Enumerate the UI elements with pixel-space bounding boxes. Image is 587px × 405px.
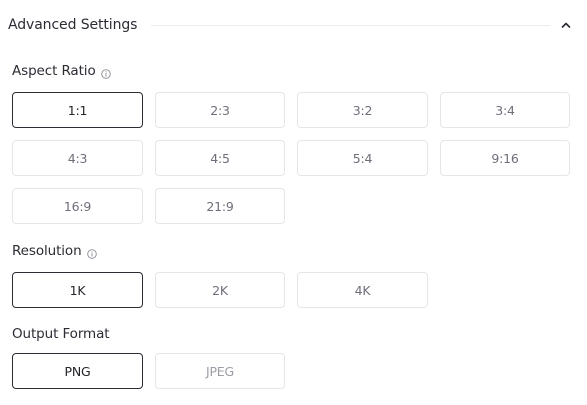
- aspect-ratio-option-5-4[interactable]: 5:4: [297, 140, 428, 176]
- aspect-ratio-option-4-5[interactable]: 4:5: [155, 140, 285, 176]
- aspect-ratio-label: Aspect Ratio: [12, 63, 111, 79]
- aspect-ratio-option-3-4[interactable]: 3:4: [440, 92, 570, 128]
- advanced-settings-title: Advanced Settings: [8, 17, 138, 33]
- aspect-ratio-option-16-9[interactable]: 16:9: [12, 188, 143, 224]
- aspect-ratio-option-21-9[interactable]: 21:9: [155, 188, 285, 224]
- output-format-option-jpeg[interactable]: JPEG: [155, 353, 285, 389]
- chevron-up-icon[interactable]: [558, 17, 574, 33]
- aspect-ratio-option-4-3[interactable]: 4:3: [12, 140, 143, 176]
- aspect-ratio-option-2-3[interactable]: 2:3: [155, 92, 285, 128]
- resolution-option-1k[interactable]: 1K: [12, 272, 143, 308]
- output-format-label-text: Output Format: [12, 326, 110, 342]
- resolution-option-4k[interactable]: 4K: [297, 272, 428, 308]
- output-format-label: Output Format: [12, 326, 110, 342]
- resolution-option-2k[interactable]: 2K: [155, 272, 285, 308]
- resolution-label: Resolution: [12, 243, 97, 259]
- aspect-ratio-option-9-16[interactable]: 9:16: [440, 140, 570, 176]
- aspect-ratio-option-1-1[interactable]: 1:1: [12, 92, 143, 128]
- info-icon[interactable]: [100, 67, 111, 79]
- output-format-option-png[interactable]: PNG: [12, 353, 143, 389]
- aspect-ratio-option-3-2[interactable]: 3:2: [297, 92, 428, 128]
- resolution-label-text: Resolution: [12, 243, 82, 259]
- header-divider: [151, 25, 550, 26]
- advanced-settings-panel: Advanced Settings Aspect Ratio 1:1 2:3 3…: [0, 0, 587, 405]
- advanced-settings-header[interactable]: Advanced Settings: [8, 10, 579, 40]
- aspect-ratio-label-text: Aspect Ratio: [12, 63, 96, 79]
- info-icon[interactable]: [86, 247, 97, 259]
